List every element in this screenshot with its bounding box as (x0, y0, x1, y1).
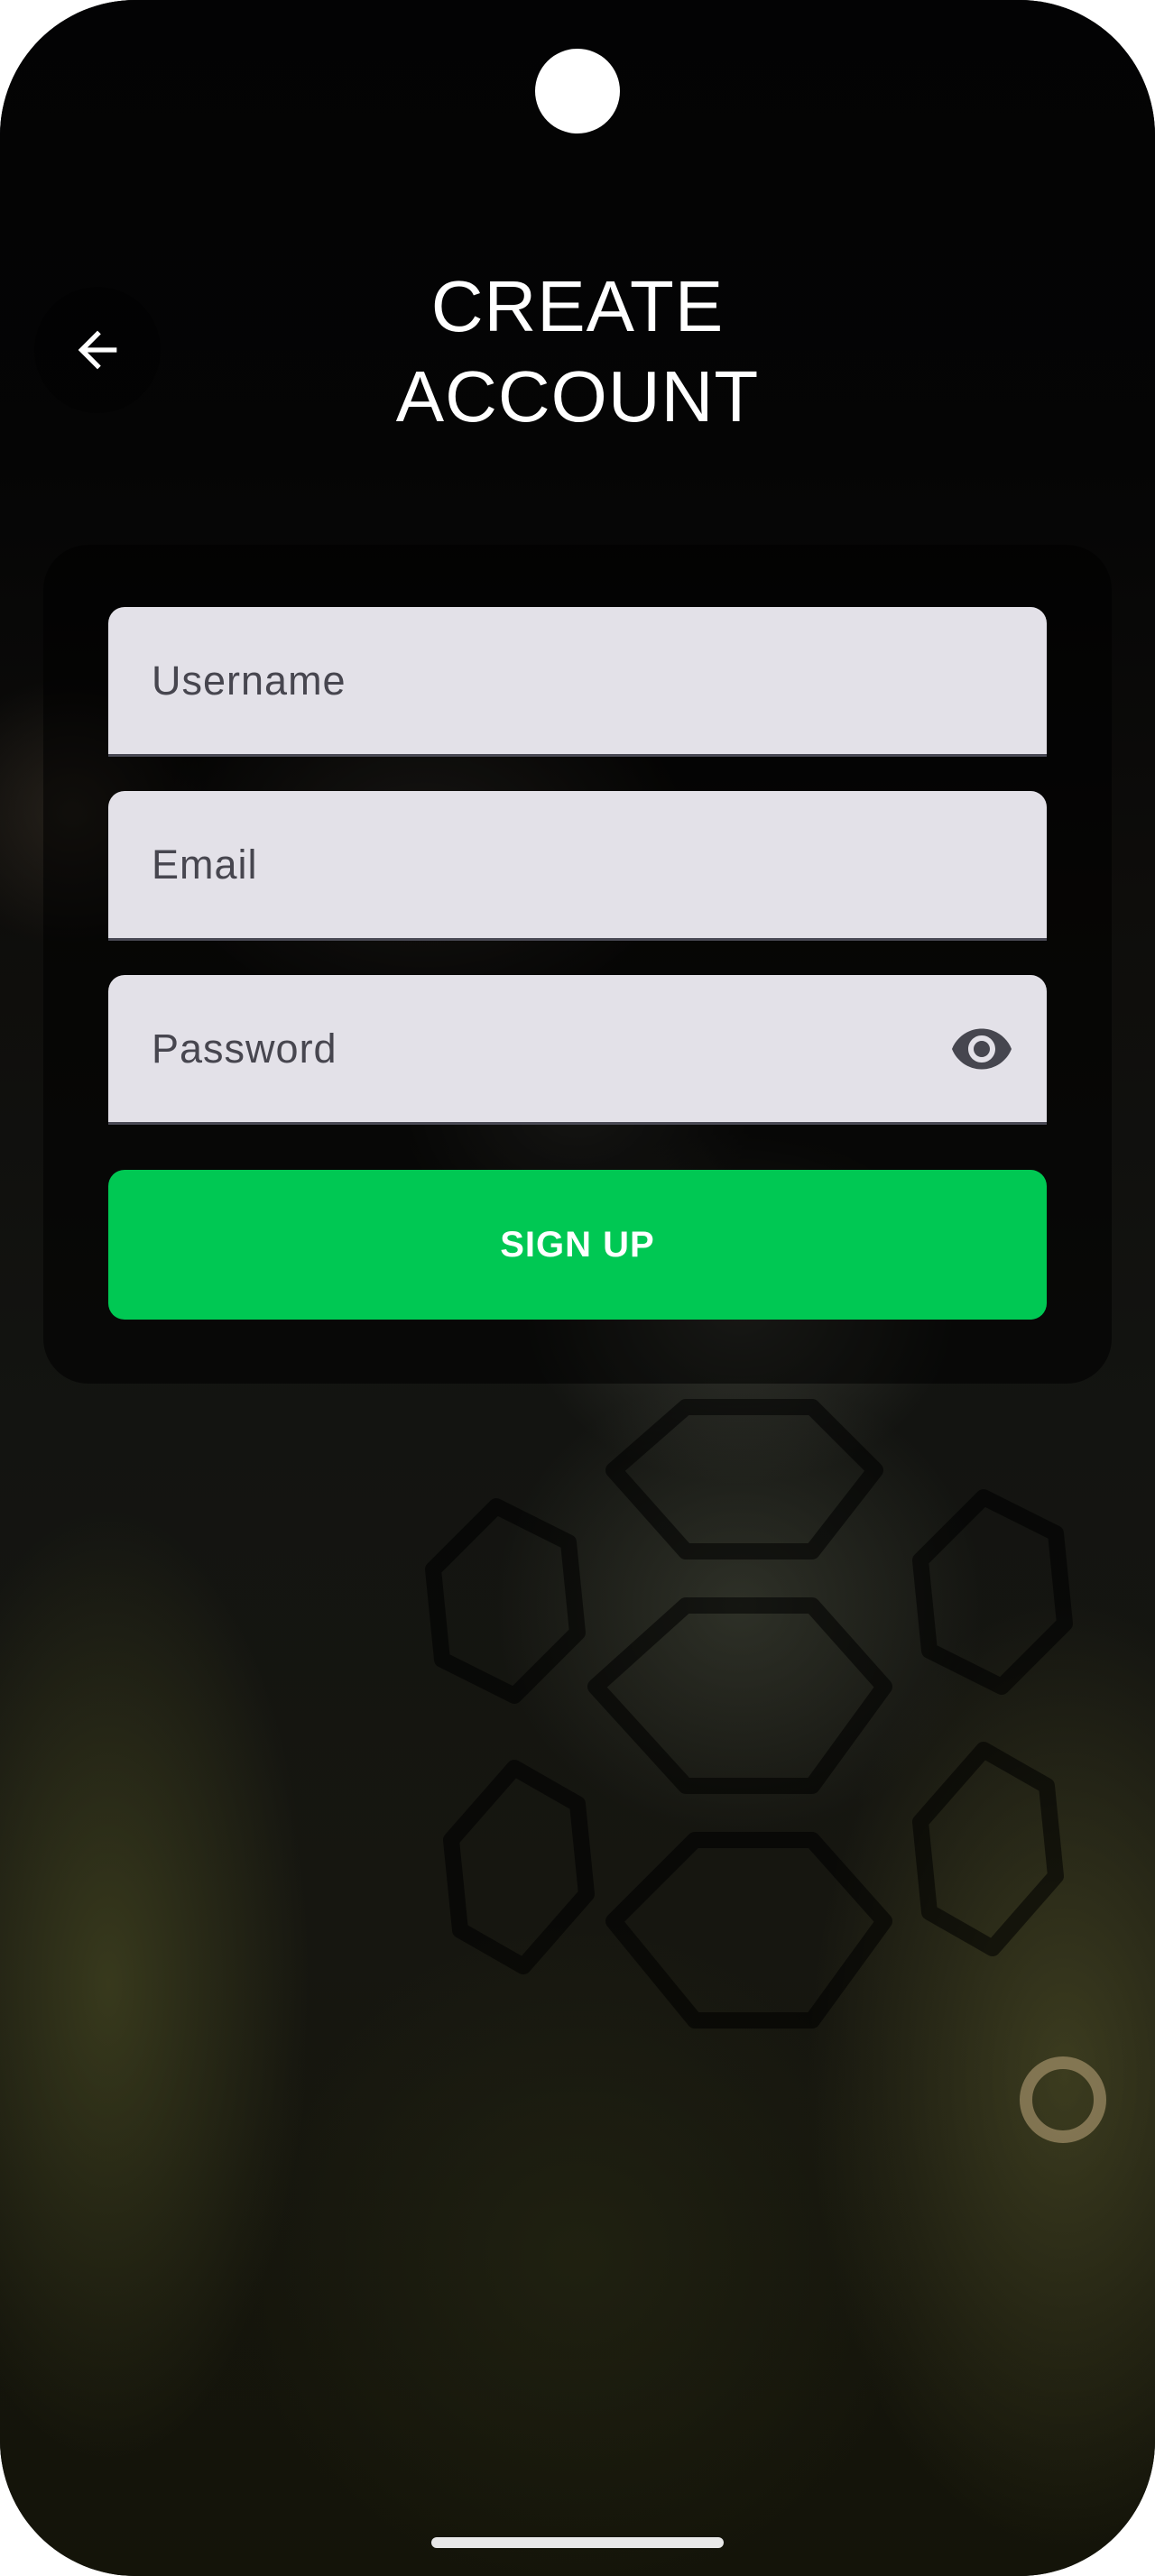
coat-button-decoration (1020, 2056, 1106, 2143)
username-placeholder: Username (152, 657, 346, 704)
arrow-left-icon (78, 330, 117, 370)
home-indicator[interactable] (431, 2537, 724, 2548)
front-camera (535, 49, 620, 133)
eye-icon[interactable] (949, 1017, 1014, 1081)
back-button[interactable] (34, 287, 161, 413)
password-placeholder: Password (152, 1025, 337, 1072)
page-title: CREATE ACCOUNT (395, 266, 760, 437)
background-net-pattern (425, 1399, 1073, 2029)
phone-screen: CREATE ACCOUNT Username Email Password S… (0, 0, 1155, 2576)
email-placeholder: Email (152, 841, 258, 888)
email-field[interactable]: Email (108, 791, 1047, 941)
password-field[interactable]: Password (108, 975, 1047, 1125)
sign-up-button[interactable]: SIGN UP (108, 1170, 1047, 1320)
username-field[interactable]: Username (108, 607, 1047, 757)
